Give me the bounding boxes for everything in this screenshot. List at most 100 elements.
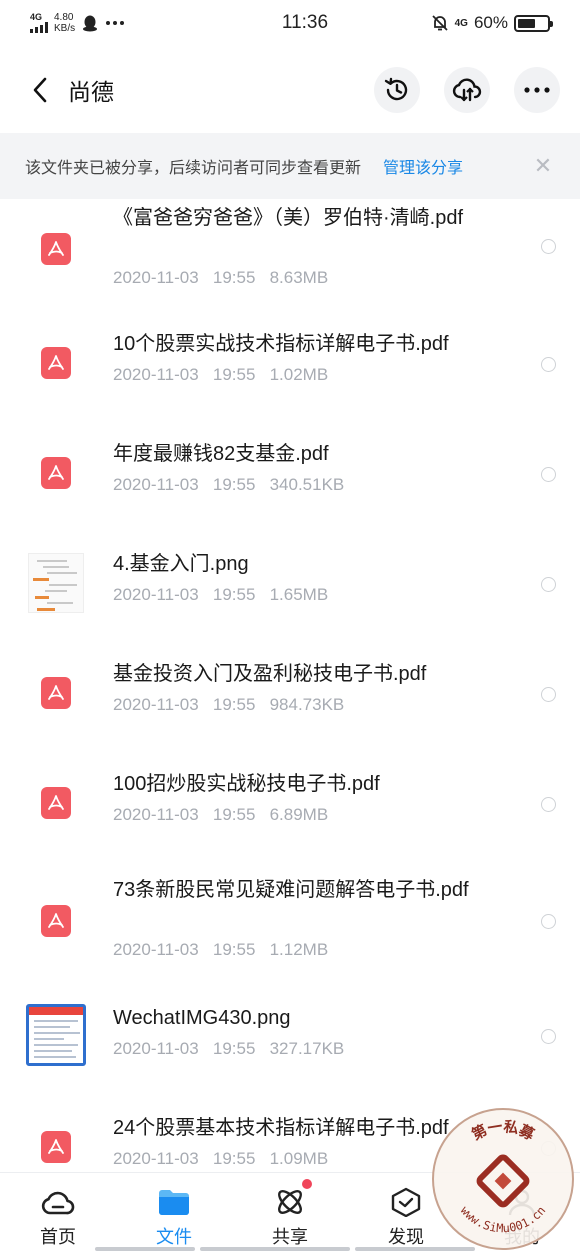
pdf-file-icon [26,663,86,723]
select-radio[interactable] [541,687,556,702]
nav-label: 共享 [272,1227,308,1247]
network-type: 4G [30,12,43,22]
file-name: 基金投资入门及盈利秘技电子书.pdf [113,663,427,685]
history-button[interactable] [374,67,420,113]
nav-share[interactable]: 共享 [232,1173,348,1257]
file-row[interactable]: 73条新股民常见疑难问题解答电子书.pdf 2020-11-03 19:55 1… [0,859,580,983]
cloud-home-icon [41,1191,75,1215]
file-name: 100招炒股实战秘技电子书.pdf [113,773,380,795]
battery-icon [514,14,553,32]
file-meta: 2020-11-03 19:55 6.89MB [113,805,328,825]
signal-indicator: 4G [30,13,48,33]
select-radio[interactable] [541,914,556,929]
file-size: 1.65MB [269,585,329,604]
select-radio[interactable] [541,357,556,372]
signal-bars-icon [30,22,48,33]
nav-label: 文件 [156,1227,192,1247]
file-name: 73条新股民常见疑难问题解答电子书.pdf [113,879,469,901]
gesture-bar [200,1247,350,1251]
nav-label: 发现 [388,1227,424,1247]
cloud-upload-button[interactable] [444,67,490,113]
select-radio[interactable] [541,1029,556,1044]
pdf-file-icon [26,1117,86,1172]
status-left: 4G 4.80 KB/s [30,12,230,34]
watermark-top-text: 第一私募 [469,1118,538,1144]
folder-icon [159,1190,189,1215]
file-date: 2020-11-03 [113,695,199,714]
file-meta: 2020-11-03 19:55 1.02MB [113,365,328,385]
select-radio[interactable] [541,577,556,592]
file-row[interactable]: 10个股票实战技术指标详解电子书.pdf 2020-11-03 19:55 1.… [0,309,580,419]
pdf-file-icon [26,333,86,393]
file-time: 19:55 [212,475,256,494]
file-time: 19:55 [212,365,256,384]
file-name: 年度最赚钱82支基金.pdf [113,443,329,465]
file-time: 19:55 [212,585,256,604]
file-time: 19:55 [212,940,256,959]
file-time: 19:55 [212,1039,256,1058]
history-icon [384,77,408,101]
share-notice-text: 该文件夹已被分享，后续访问者可同步查看更新 [25,160,362,177]
file-date: 2020-11-03 [113,475,199,494]
file-size: 1.02MB [269,365,329,384]
watermark-stamp: 第一私募 www.SiMu001.cn [432,1108,574,1250]
file-row[interactable]: 100招炒股实战秘技电子书.pdf 2020-11-03 19:55 6.89M… [0,749,580,859]
discover-box-icon [391,1187,421,1217]
file-row[interactable]: WechatIMG430.png 2020-11-03 19:55 327.17… [0,983,580,1093]
select-radio[interactable] [541,797,556,812]
network-speed: 4.80 KB/s [54,12,75,34]
pdf-file-icon [26,891,86,951]
file-size: 984.73KB [269,695,345,714]
file-time: 19:55 [212,1149,256,1168]
nav-home[interactable]: 首页 [0,1173,116,1257]
pdf-file-icon [26,219,86,279]
back-button[interactable] [20,70,60,110]
back-icon [33,77,47,103]
bell-muted-icon [431,15,448,31]
file-size: 6.89MB [269,805,329,824]
nav-files[interactable]: 文件 [116,1173,232,1257]
nav-label: 首页 [40,1227,76,1247]
battery-fill [518,18,535,28]
file-size: 1.12MB [269,940,329,959]
watermark-logo: 第一私募 www.SiMu001.cn [458,1118,549,1235]
atom-share-icon [278,1190,302,1214]
more-button[interactable] [514,67,560,113]
cloud-upload-icon [452,78,482,102]
file-row[interactable]: 《富爸爸穷爸爸》（美）罗伯特·清崎.pdf 2020-11-03 19:55 8… [0,199,580,303]
file-date: 2020-11-03 [113,1149,199,1168]
file-meta: 2020-11-03 19:55 1.09MB [113,1149,328,1169]
file-time: 19:55 [212,805,256,824]
select-radio[interactable] [541,467,556,482]
file-date: 2020-11-03 [113,268,199,287]
gesture-bar [95,1247,195,1251]
select-radio[interactable] [541,239,556,254]
file-name: WechatIMG430.png [113,1007,291,1029]
file-row[interactable]: 年度最赚钱82支基金.pdf 2020-11-03 19:55 340.51KB [0,419,580,529]
status-bar: 4G 4.80 KB/s 11:36 4G 60% [0,0,580,46]
file-date: 2020-11-03 [113,940,199,959]
close-notice-button[interactable]: ✕ [531,153,555,179]
image-thumbnail-icon [26,1004,86,1066]
file-row[interactable]: 4.基金入门.png 2020-11-03 19:55 1.65MB [0,529,580,639]
file-meta: 2020-11-03 19:55 340.51KB [113,475,344,495]
page-title: 尚德 [68,79,114,105]
file-name: 10个股票实战技术指标详解电子书.pdf [113,333,449,355]
speed-value: 4.80 [54,12,74,23]
manage-share-link[interactable]: 管理该分享 [383,154,463,178]
file-meta: 2020-11-03 19:55 984.73KB [113,695,344,715]
file-time: 19:55 [212,695,256,714]
file-name: 4.基金入门.png [113,553,249,575]
svg-text:www.SiMu001.cn: www.SiMu001.cn [458,1203,549,1235]
battery-percent: 60% [473,13,508,32]
file-date: 2020-11-03 [113,585,199,604]
share-notice-banner: 该文件夹已被分享，后续访问者可同步查看更新 管理该分享 ✕ [0,133,580,199]
file-date: 2020-11-03 [113,365,199,384]
file-size: 327.17KB [269,1039,345,1058]
qq-penguin-icon [83,15,98,32]
file-name: 《富爸爸穷爸爸》（美）罗伯特·清崎.pdf [113,207,464,229]
image-thumbnail-icon [26,553,86,613]
file-row[interactable]: 基金投资入门及盈利秘技电子书.pdf 2020-11-03 19:55 984.… [0,639,580,749]
file-meta: 2020-11-03 19:55 8.63MB [113,268,328,288]
watermark-bottom-text: www.SiMu001.cn [458,1203,549,1235]
